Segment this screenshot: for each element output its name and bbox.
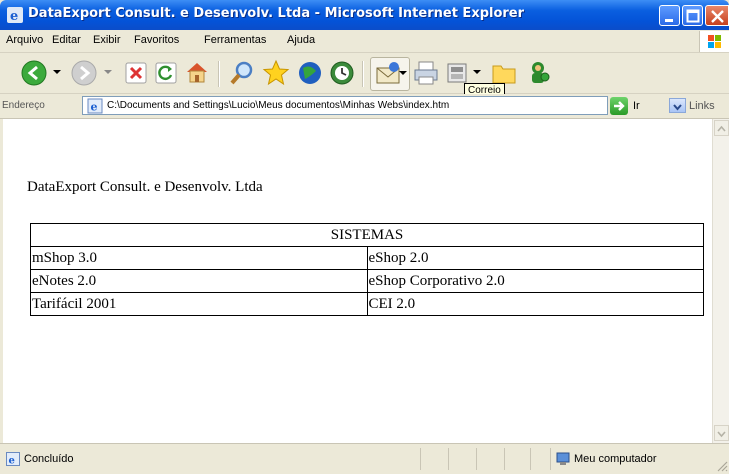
stop-icon[interactable] (125, 62, 147, 84)
minimize-icon (665, 19, 673, 22)
toolbar-separator (362, 61, 364, 87)
search-icon[interactable] (228, 59, 256, 87)
chevron-up-icon (717, 125, 726, 132)
table-header: SISTEMAS (30, 223, 704, 247)
toolbar (0, 53, 729, 94)
address-label: Endereço (2, 100, 45, 111)
go-label[interactable]: Ir (633, 100, 640, 112)
table-header-row: SISTEMAS (30, 223, 704, 247)
table-cell: CEI 2.0 (366, 292, 704, 316)
print-icon[interactable] (412, 59, 440, 87)
menu-ferramentas[interactable]: Ferramentas (204, 34, 266, 46)
table-cell: Tarifácil 2001 (30, 292, 368, 316)
back-dropdown-icon[interactable] (52, 69, 62, 77)
computer-icon (556, 452, 570, 465)
status-divider (504, 448, 505, 470)
ie-logo-icon: e (7, 7, 23, 23)
resize-grip-icon[interactable] (716, 460, 728, 472)
table-row: Tarifácil 2001 CEI 2.0 (30, 292, 704, 316)
chevron-down-icon (717, 431, 726, 438)
messenger-icon[interactable] (524, 59, 552, 87)
minimize-button[interactable] (659, 5, 680, 26)
edit-icon[interactable] (446, 62, 468, 84)
media-icon[interactable] (296, 59, 324, 87)
maximize-icon (686, 9, 700, 23)
close-icon (711, 10, 724, 23)
page-icon: e (87, 98, 103, 114)
table-cell: mShop 3.0 (30, 246, 368, 270)
address-input[interactable]: e C:\Documents and Settings\Lucio\Meus d… (82, 96, 686, 115)
status-divider (530, 448, 531, 470)
refresh-icon[interactable] (155, 62, 177, 84)
status-divider (476, 448, 477, 470)
edit-dropdown-icon[interactable] (472, 69, 482, 77)
scroll-up-button[interactable] (714, 120, 729, 136)
address-dropdown-button[interactable] (669, 98, 686, 113)
menu-favoritos[interactable]: Favoritos (134, 34, 179, 46)
maximize-button[interactable] (682, 5, 703, 26)
go-arrow-icon (614, 101, 625, 111)
address-value: C:\Documents and Settings\Lucio\Meus doc… (107, 100, 450, 111)
title-bar[interactable]: e DataExport Consult. e Desenvolv. Ltda … (0, 0, 729, 30)
status-text: Concluído (24, 453, 74, 465)
links-button[interactable]: Links (689, 100, 715, 112)
table-cell: eShop Corporativo 2.0 (366, 269, 704, 293)
page-done-icon: e (6, 452, 20, 466)
status-divider (550, 448, 551, 470)
go-button[interactable] (610, 97, 628, 115)
scroll-down-button[interactable] (714, 425, 729, 441)
menu-arquivo[interactable]: Arquivo (6, 34, 43, 46)
mail-dropdown-icon (399, 71, 407, 75)
svg-text:e: e (91, 101, 98, 114)
status-divider (420, 448, 421, 470)
menu-exibir[interactable]: Exibir (93, 34, 121, 46)
table-cell: eShop 2.0 (366, 246, 704, 270)
svg-text:e: e (9, 456, 15, 467)
home-icon[interactable] (184, 59, 210, 85)
windows-flag-icon (708, 35, 721, 48)
mail-button[interactable] (370, 57, 410, 91)
status-bar: e Concluído Meu computador (0, 443, 729, 474)
table-row: eNotes 2.0 eShop Corporativo 2.0 (30, 269, 704, 293)
menu-editar[interactable]: Editar (52, 34, 81, 46)
close-button[interactable] (705, 5, 729, 26)
windows-logo (699, 31, 729, 52)
chevron-down-icon (673, 104, 682, 111)
systems-table: SISTEMAS mShop 3.0 eShop 2.0 eNotes 2.0 … (30, 223, 704, 316)
toolbar-separator (218, 61, 220, 87)
menu-bar: Arquivo Editar Exibir Favoritos Ferramen… (0, 30, 729, 53)
address-bar: Endereço e C:\Documents and Settings\Luc… (0, 94, 729, 119)
forward-arrow-icon[interactable] (70, 59, 98, 87)
table-cell: eNotes 2.0 (30, 269, 368, 293)
mail-icon (376, 62, 400, 84)
page-heading: DataExport Consult. e Desenvolv. Ltda (27, 179, 263, 195)
page-content: DataExport Consult. e Desenvolv. Ltda SI… (0, 119, 712, 443)
history-icon[interactable] (328, 59, 356, 87)
vertical-scrollbar[interactable] (712, 119, 729, 443)
favorites-star-icon[interactable] (262, 59, 290, 87)
back-arrow-icon[interactable] (20, 59, 48, 87)
table-row: mShop 3.0 eShop 2.0 (30, 246, 704, 270)
forward-dropdown-icon[interactable] (103, 69, 113, 77)
window-title: DataExport Consult. e Desenvolv. Ltda - … (28, 6, 525, 21)
svg-text:e: e (10, 9, 18, 23)
status-divider (448, 448, 449, 470)
menu-ajuda[interactable]: Ajuda (287, 34, 315, 46)
zone-text: Meu computador (574, 453, 657, 465)
